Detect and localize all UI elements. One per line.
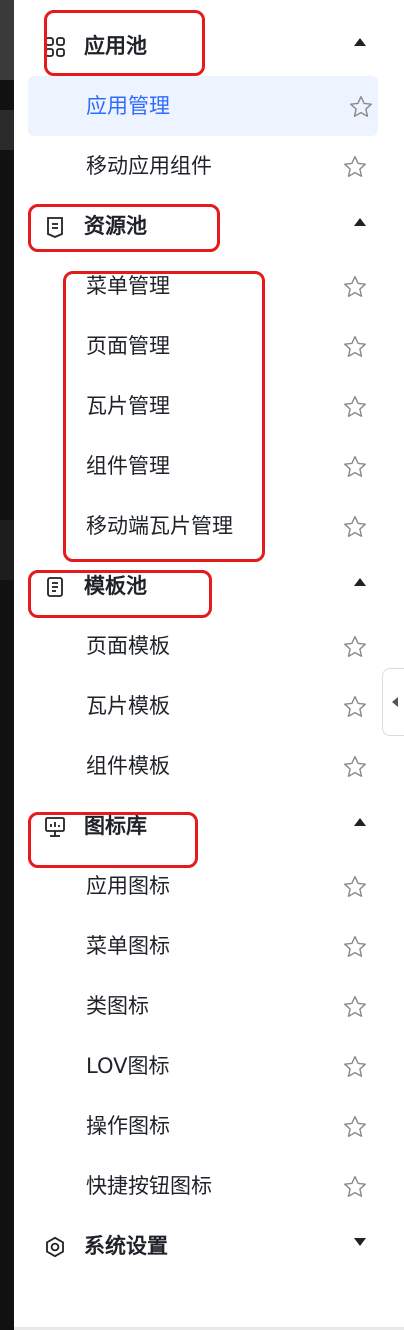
collapse-handle[interactable] xyxy=(382,668,404,736)
menu-item-label: 瓦片管理 xyxy=(86,394,170,418)
menu-item-component-template[interactable]: 组件模板 xyxy=(14,736,386,796)
group-title: 模板池 xyxy=(84,574,147,598)
menu-item-label: 菜单管理 xyxy=(86,274,170,298)
star-icon[interactable] xyxy=(342,454,368,480)
menu-item-label: 应用管理 xyxy=(86,94,170,118)
caret-down-icon[interactable] xyxy=(354,1238,366,1246)
star-icon[interactable] xyxy=(342,274,368,300)
menu-item-mobile-app-component[interactable]: 移动应用组件 xyxy=(14,136,386,196)
menu-item-app-management[interactable]: 应用管理 xyxy=(28,76,378,136)
group-header-template-pool[interactable]: 模板池 xyxy=(14,556,386,616)
sidebar-menu: 应用池 应用管理 移动应用组件 资源池 菜单管理 页面管理 瓦片管理 组件管理 … xyxy=(14,16,386,1276)
group-title: 图标库 xyxy=(84,814,147,838)
star-icon[interactable] xyxy=(342,634,368,660)
menu-item-label: 类图标 xyxy=(86,994,149,1018)
group-title: 系统设置 xyxy=(84,1234,168,1258)
star-icon[interactable] xyxy=(342,1114,368,1140)
star-icon[interactable] xyxy=(342,514,368,540)
menu-item-action-icon[interactable]: 操作图标 xyxy=(14,1096,386,1156)
hexagon-settings-icon xyxy=(44,1236,66,1258)
strip-segment xyxy=(0,110,14,150)
menu-item-page-template[interactable]: 页面模板 xyxy=(14,616,386,676)
menu-item-label: 操作图标 xyxy=(86,1114,170,1138)
star-icon[interactable] xyxy=(342,694,368,720)
strip-segment xyxy=(0,0,14,80)
menu-item-label: LOV图标 xyxy=(86,1054,170,1078)
menu-item-label: 组件管理 xyxy=(86,454,170,478)
menu-item-label: 瓦片模板 xyxy=(86,694,170,718)
menu-item-label: 应用图标 xyxy=(86,874,170,898)
group-header-system-settings[interactable]: 系统设置 xyxy=(14,1216,386,1276)
star-icon[interactable] xyxy=(342,394,368,420)
menu-item-menu-management[interactable]: 菜单管理 xyxy=(14,256,386,316)
menu-item-label: 页面管理 xyxy=(86,334,170,358)
star-icon[interactable] xyxy=(342,754,368,780)
menu-item-label: 快捷按钮图标 xyxy=(86,1174,212,1198)
caret-up-icon[interactable] xyxy=(354,578,366,586)
menu-item-label: 页面模板 xyxy=(86,634,170,658)
caret-up-icon[interactable] xyxy=(354,818,366,826)
star-icon[interactable] xyxy=(342,874,368,900)
menu-item-menu-icon[interactable]: 菜单图标 xyxy=(14,916,386,976)
grid-icon xyxy=(44,36,66,58)
star-icon[interactable] xyxy=(342,1054,368,1080)
group-header-resource-pool[interactable]: 资源池 xyxy=(14,196,386,256)
group-title: 资源池 xyxy=(84,214,147,238)
menu-item-label: 组件模板 xyxy=(86,754,170,778)
star-icon[interactable] xyxy=(342,1174,368,1200)
menu-item-tile-template[interactable]: 瓦片模板 xyxy=(14,676,386,736)
caret-up-icon[interactable] xyxy=(354,218,366,226)
group-header-app-pool[interactable]: 应用池 xyxy=(14,16,386,76)
star-icon[interactable] xyxy=(342,994,368,1020)
monitor-icon xyxy=(44,816,66,838)
strip-segment xyxy=(0,520,14,580)
star-icon[interactable] xyxy=(348,94,374,120)
menu-item-class-icon[interactable]: 类图标 xyxy=(14,976,386,1036)
group-header-icon-library[interactable]: 图标库 xyxy=(14,796,386,856)
menu-item-page-management[interactable]: 页面管理 xyxy=(14,316,386,376)
star-icon[interactable] xyxy=(342,934,368,960)
menu-item-label: 移动应用组件 xyxy=(86,154,212,178)
menu-item-app-icon[interactable]: 应用图标 xyxy=(14,856,386,916)
star-icon[interactable] xyxy=(342,334,368,360)
caret-left-icon xyxy=(392,697,398,707)
star-icon[interactable] xyxy=(342,154,368,180)
menu-item-tile-management[interactable]: 瓦片管理 xyxy=(14,376,386,436)
menu-item-label: 移动端瓦片管理 xyxy=(86,514,233,538)
menu-item-mobile-tile-management[interactable]: 移动端瓦片管理 xyxy=(14,496,386,556)
copy-icon xyxy=(44,576,66,598)
menu-item-component-management[interactable]: 组件管理 xyxy=(14,436,386,496)
group-title: 应用池 xyxy=(84,34,147,58)
menu-item-label: 菜单图标 xyxy=(86,934,170,958)
left-dark-strip xyxy=(0,0,14,1330)
document-icon xyxy=(44,216,66,238)
menu-item-shortcut-button-icon[interactable]: 快捷按钮图标 xyxy=(14,1156,386,1216)
caret-up-icon[interactable] xyxy=(354,38,366,46)
menu-item-lov-icon[interactable]: LOV图标 xyxy=(14,1036,386,1096)
